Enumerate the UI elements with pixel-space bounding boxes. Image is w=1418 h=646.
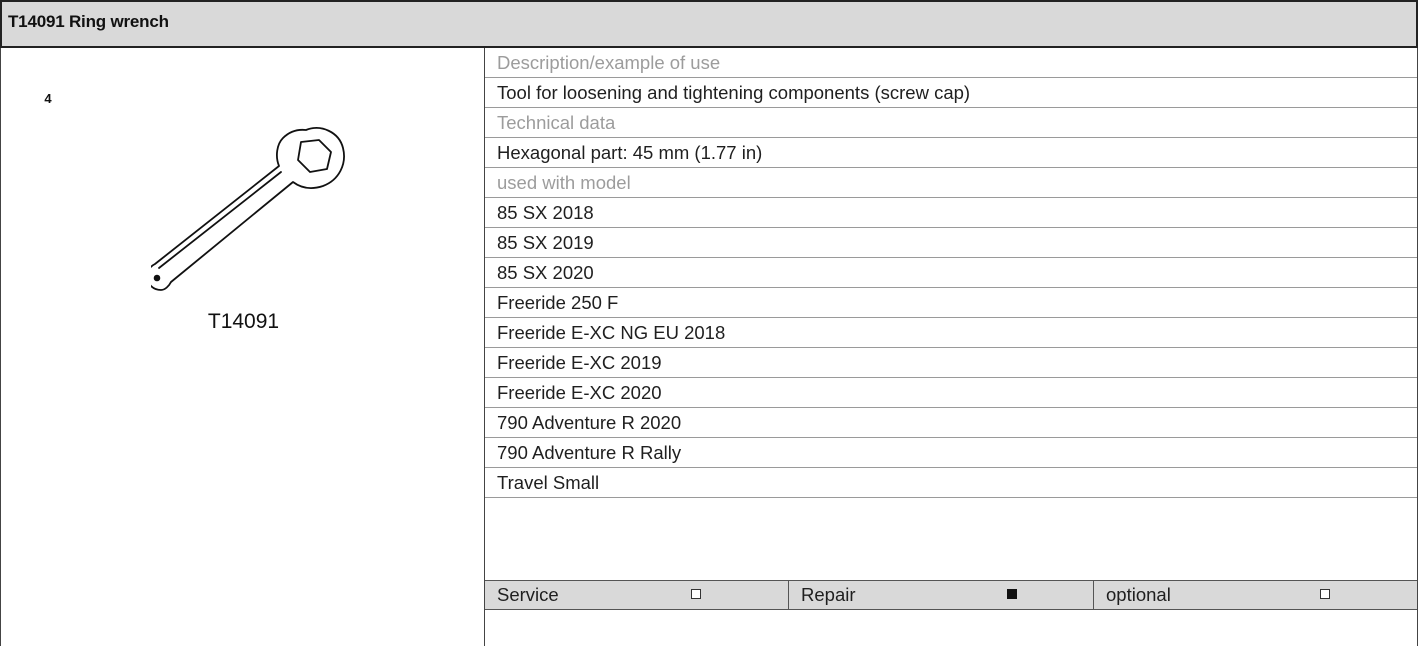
model-item: 85 SX 2019 bbox=[485, 228, 1417, 258]
description-value: Tool for loosening and tightening compon… bbox=[485, 78, 1417, 108]
flag-repair-label: Repair bbox=[801, 584, 856, 605]
description-label: Description/example of use bbox=[485, 48, 1417, 78]
flag-optional-label: optional bbox=[1106, 584, 1171, 605]
model-item: 790 Adventure R Rally bbox=[485, 438, 1417, 468]
flag-service: Service bbox=[485, 581, 788, 609]
wrench-icon bbox=[151, 127, 345, 291]
flag-service-label: Service bbox=[497, 584, 559, 605]
model-item: 85 SX 2020 bbox=[485, 258, 1417, 288]
tool-header: T14091 Ring wrench bbox=[0, 0, 1418, 48]
usage-flags-row: Service Repair optional bbox=[485, 580, 1417, 610]
tool-sheet: T14091 Ring wrench 4 T14091 Description/… bbox=[0, 0, 1418, 646]
model-item: Freeride 250 F bbox=[485, 288, 1417, 318]
tool-details-panel: Description/example of use Tool for loos… bbox=[485, 48, 1418, 646]
flag-service-checkbox bbox=[691, 589, 701, 599]
model-item: 790 Adventure R 2020 bbox=[485, 408, 1417, 438]
flag-repair-checkbox bbox=[1007, 589, 1017, 599]
technical-data-label: Technical data bbox=[485, 108, 1417, 138]
model-item: Freeride E-XC 2020 bbox=[485, 378, 1417, 408]
ring-wrench-illustration bbox=[151, 127, 345, 291]
flag-optional-checkbox bbox=[1320, 589, 1330, 599]
models-label: used with model bbox=[485, 168, 1417, 198]
model-item: Freeride E-XC 2019 bbox=[485, 348, 1417, 378]
warning-badge-number: 4 bbox=[44, 91, 52, 106]
tool-code-caption: T14091 bbox=[207, 310, 280, 333]
tool-illustration-panel: 4 T14091 bbox=[0, 48, 485, 646]
flag-repair: Repair bbox=[788, 581, 1093, 609]
tool-title: T14091 Ring wrench bbox=[8, 12, 169, 31]
flag-optional: optional bbox=[1093, 581, 1417, 609]
model-item: Travel Small bbox=[485, 468, 1417, 498]
model-item: 85 SX 2018 bbox=[485, 198, 1417, 228]
technical-data-value: Hexagonal part: 45 mm (1.77 in) bbox=[485, 138, 1417, 168]
model-item: Freeride E-XC NG EU 2018 bbox=[485, 318, 1417, 348]
